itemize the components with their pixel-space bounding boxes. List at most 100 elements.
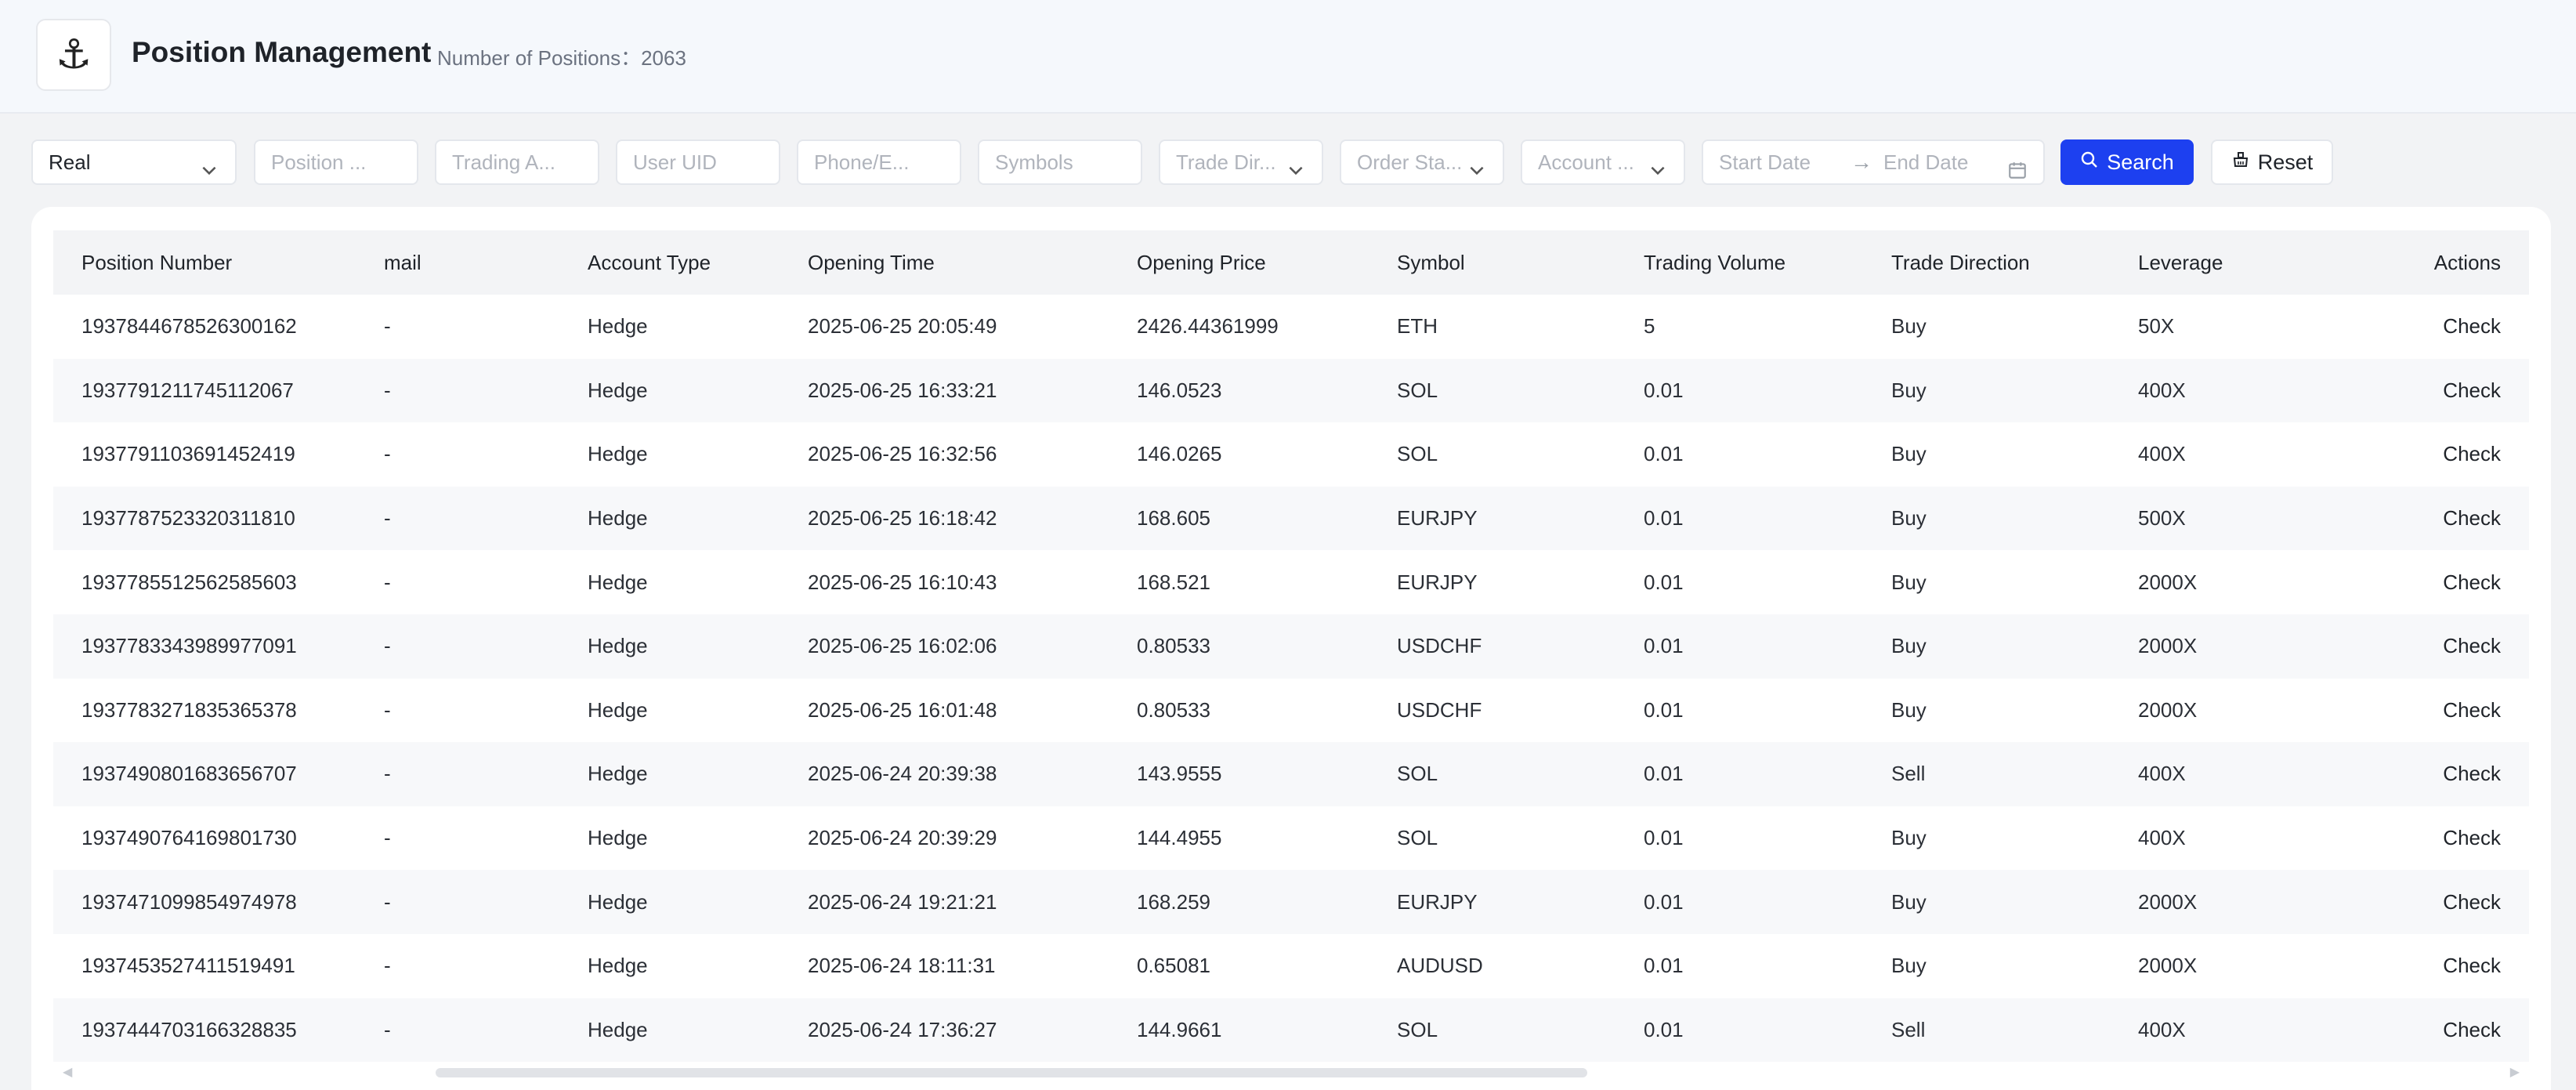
cell-opening-time: 2025-06-25 16:32:56 bbox=[808, 422, 1137, 487]
cell-trading-volume: 0.01 bbox=[1644, 933, 1891, 998]
reset-button[interactable]: Reset bbox=[2211, 139, 2333, 185]
col-symbol[interactable]: Symbol bbox=[1397, 230, 1644, 295]
col-opening-price[interactable]: Opening Price bbox=[1137, 230, 1397, 295]
table-row[interactable]: 1937471099854974978- Hedge 2025-06-24 19:2… bbox=[53, 870, 2529, 934]
cell-leverage: 400X bbox=[2138, 742, 2362, 806]
cell-symbol: SOL bbox=[1397, 742, 1644, 806]
trade-direction-select[interactable]: Trade Dir... bbox=[1159, 139, 1323, 185]
table-row[interactable]: 1937783343989977091- Hedge 2025-06-25 16:0… bbox=[53, 614, 2529, 679]
end-date-input[interactable]: End Date bbox=[1883, 141, 1968, 183]
cell-trade-direction: Buy bbox=[1891, 806, 2138, 871]
trade-direction-placeholder: Trade Dir... bbox=[1176, 150, 1276, 174]
table-row[interactable]: 1937490764169801730- Hedge 2025-06-24 20:3… bbox=[53, 806, 2529, 871]
cell-leverage: 400X bbox=[2138, 806, 2362, 871]
table-row[interactable]: 1937453527411519491- Hedge 2025-06-24 18:1… bbox=[53, 933, 2529, 998]
search-button[interactable]: Search bbox=[2060, 139, 2194, 185]
cell-position-number: 1937791103691452419 bbox=[53, 422, 384, 487]
check-link[interactable]: Check bbox=[2362, 614, 2529, 679]
cell-symbol: EURJPY bbox=[1397, 486, 1644, 551]
table-row[interactable]: 1937785512562585603- Hedge 2025-06-25 16:1… bbox=[53, 550, 2529, 614]
cell-email: - bbox=[384, 998, 588, 1063]
col-account-type[interactable]: Account Type bbox=[588, 230, 808, 295]
check-link[interactable]: Check bbox=[2362, 422, 2529, 487]
cell-position-number: 1937783343989977091 bbox=[53, 614, 384, 679]
check-link[interactable]: Check bbox=[2362, 870, 2529, 934]
cell-leverage: 400X bbox=[2138, 358, 2362, 423]
trading-account-input[interactable]: Trading A... bbox=[435, 139, 599, 185]
position-number-input[interactable]: Position ... bbox=[254, 139, 418, 185]
check-link[interactable]: Check bbox=[2362, 998, 2529, 1063]
horizontal-scrollbar[interactable]: ◀ ▶ bbox=[53, 1061, 2529, 1080]
cell-position-number: 1937444703166328835 bbox=[53, 998, 384, 1063]
table-row[interactable]: 1937791211745112067- Hedge 2025-06-25 16:3… bbox=[53, 358, 2529, 423]
cell-opening-price: 143.9555 bbox=[1137, 742, 1397, 806]
cell-trading-volume: 0.01 bbox=[1644, 806, 1891, 871]
check-link[interactable]: Check bbox=[2362, 678, 2529, 743]
reset-button-label: Reset bbox=[2257, 150, 2314, 174]
cell-opening-time: 2025-06-25 16:10:43 bbox=[808, 550, 1137, 614]
cell-opening-time: 2025-06-24 20:39:38 bbox=[808, 742, 1137, 806]
table-row[interactable]: 1937490801683656707- Hedge 2025-06-24 20:3… bbox=[53, 742, 2529, 806]
start-date-input[interactable]: Start Date bbox=[1719, 150, 1811, 174]
cell-trading-volume: 0.01 bbox=[1644, 870, 1891, 934]
cell-trading-volume: 0.01 bbox=[1644, 998, 1891, 1063]
cell-trade-direction: Buy bbox=[1891, 295, 2138, 359]
col-trade-direction[interactable]: Trade Direction bbox=[1891, 230, 2138, 295]
user-uid-input[interactable]: User UID bbox=[616, 139, 780, 185]
scrollbar-thumb[interactable] bbox=[436, 1068, 1587, 1077]
col-trading-volume[interactable]: Trading Volume bbox=[1644, 230, 1891, 295]
cell-email: - bbox=[384, 742, 588, 806]
cell-trade-direction: Buy bbox=[1891, 422, 2138, 487]
order-status-select[interactable]: Order Sta... bbox=[1340, 139, 1504, 185]
account-type-placeholder: Account ... bbox=[1538, 150, 1634, 174]
cell-email: - bbox=[384, 358, 588, 423]
cell-symbol: USDCHF bbox=[1397, 678, 1644, 743]
cell-account-type: Hedge bbox=[588, 358, 808, 423]
check-link[interactable]: Check bbox=[2362, 550, 2529, 614]
cell-position-number: 1937490801683656707 bbox=[53, 742, 384, 806]
chevron-down-icon bbox=[1648, 152, 1668, 176]
col-leverage[interactable]: Leverage bbox=[2138, 230, 2362, 295]
cell-account-type: Hedge bbox=[588, 806, 808, 871]
account-category-select[interactable]: Real bbox=[31, 139, 237, 185]
cell-account-type: Hedge bbox=[588, 486, 808, 551]
table-row[interactable]: 1937444703166328835- Hedge 2025-06-24 17:3… bbox=[53, 998, 2529, 1063]
check-link[interactable]: Check bbox=[2362, 486, 2529, 551]
account-type-select[interactable]: Account ... bbox=[1521, 139, 1685, 185]
cell-symbol: AUDUSD bbox=[1397, 933, 1644, 998]
scroll-left-icon[interactable]: ◀ bbox=[63, 1064, 72, 1080]
cell-trading-volume: 5 bbox=[1644, 295, 1891, 359]
positions-card: Position Number mail Account Type Openin… bbox=[31, 207, 2551, 1090]
positions-table: Position Number mail Account Type Openin… bbox=[53, 230, 2529, 1063]
cell-email: - bbox=[384, 806, 588, 871]
table-row[interactable]: 1937787523320311810- Hedge 2025-06-25 16:1… bbox=[53, 486, 2529, 551]
cell-symbol: ETH bbox=[1397, 295, 1644, 359]
account-category-value: Real bbox=[49, 150, 91, 174]
positions-count: Number of Positions：2063 bbox=[437, 46, 686, 70]
cell-account-type: Hedge bbox=[588, 422, 808, 487]
cell-opening-price: 2426.44361999 bbox=[1137, 295, 1397, 359]
cell-account-type: Hedge bbox=[588, 614, 808, 679]
positions-table-wrap: Position Number mail Account Type Openin… bbox=[53, 230, 2529, 1063]
check-link[interactable]: Check bbox=[2362, 933, 2529, 998]
col-position-number[interactable]: Position Number bbox=[53, 230, 384, 295]
symbols-input[interactable]: Symbols bbox=[978, 139, 1142, 185]
col-opening-time[interactable]: Opening Time bbox=[808, 230, 1137, 295]
table-row[interactable]: 1937791103691452419- Hedge 2025-06-25 16:3… bbox=[53, 422, 2529, 487]
table-row[interactable]: 1937783271835365378- Hedge 2025-06-25 16:0… bbox=[53, 678, 2529, 743]
table-row[interactable]: 1937844678526300162- Hedge 2025-06-25 20:0… bbox=[53, 295, 2529, 359]
check-link[interactable]: Check bbox=[2362, 358, 2529, 423]
chevron-down-icon bbox=[1286, 152, 1306, 176]
cell-opening-price: 146.0265 bbox=[1137, 422, 1397, 487]
check-link[interactable]: Check bbox=[2362, 295, 2529, 359]
check-link[interactable]: Check bbox=[2362, 742, 2529, 806]
scroll-right-icon[interactable]: ▶ bbox=[2510, 1064, 2520, 1080]
anchor-icon: ⚓ bbox=[36, 19, 111, 91]
arrow-right-icon: → bbox=[1851, 150, 1872, 174]
col-email[interactable]: mail bbox=[384, 230, 588, 295]
check-link[interactable]: Check bbox=[2362, 806, 2529, 871]
cell-position-number: 1937787523320311810 bbox=[53, 486, 384, 551]
date-range-picker[interactable]: Start Date → End Date bbox=[1702, 139, 2045, 185]
phone-email-input[interactable]: Phone/E... bbox=[797, 139, 961, 185]
filter-bar: Real Position ... Trading A... User UID … bbox=[0, 139, 2576, 185]
